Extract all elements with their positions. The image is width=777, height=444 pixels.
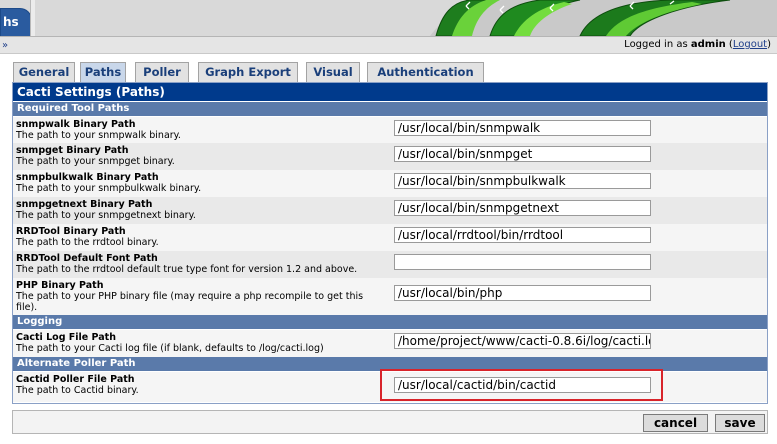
settings-panel: Cacti Settings (Paths) Required Tool Pat… [12,82,768,404]
cacti-logo-artwork [430,0,777,36]
rrdtool-path-input[interactable]: /usr/local/rrdtool/bin/rrdtool [394,227,651,243]
setting-description: The path to your Cacti log file (if blan… [16,343,324,354]
setting-row-snmpwalk: snmpwalk Binary Path The path to your snm… [13,117,767,143]
setting-description: The path to your snmpbulkwalk binary. [16,183,202,194]
setting-row-rrdtool-font: RRDTool Default Font Path The path to the… [13,251,767,278]
setting-description: The path to Cactid binary. [16,385,139,396]
logout-close: ) [767,39,771,50]
setting-label: Cacti Log File Path The path to your Cact… [16,332,386,354]
header-banner: hs [0,0,777,36]
setting-label: snmpget Binary Path The path to your snmp… [16,145,386,167]
login-bar: » Logged in as admin (Logout) [0,36,777,54]
setting-label: PHP Binary Path The path to your PHP bina… [16,280,386,313]
nav-arrow-icon[interactable]: » [2,38,8,54]
snmpbulkwalk-path-input[interactable]: /usr/local/bin/snmpbulkwalk [394,173,651,189]
setting-label: snmpbulkwalk Binary Path The path to your… [16,172,386,194]
tab-visual[interactable]: Visual [306,62,360,82]
section-required-tool-paths: Required Tool Paths [13,102,767,116]
snmpgetnext-path-input[interactable]: /usr/local/bin/snmpgetnext [394,200,651,216]
setting-row-php: PHP Binary Path The path to your PHP bina… [13,278,767,315]
setting-title: snmpwalk Binary Path [16,119,136,130]
cacti-log-path-input[interactable]: /home/project/www/cacti-0.8.6i/log/cacti… [394,333,651,349]
setting-label: snmpwalk Binary Path The path to your snm… [16,119,386,141]
setting-title: PHP Binary Path [16,280,104,291]
setting-description: The path to your PHP binary file (may re… [16,291,364,313]
snmpwalk-path-input[interactable]: /usr/local/bin/snmpwalk [394,120,651,136]
setting-description: The path to your snmpgetnext binary. [16,210,196,221]
tab-paths[interactable]: Paths [80,62,126,82]
login-status: Logged in as admin (Logout) [624,37,771,53]
logout-link[interactable]: Logout [733,39,767,50]
panel-title-text: Cacti Settings (Paths) [17,85,165,99]
setting-label: RRDTool Binary Path The path to the rrdto… [16,226,386,248]
setting-title: RRDTool Default Font Path [16,253,158,264]
setting-description: The path to your snmpget binary. [16,156,175,167]
setting-label: Cactid Poller File Path The path to Cacti… [16,374,386,396]
php-path-input[interactable]: /usr/local/bin/php [394,285,651,301]
login-user: admin [690,39,726,50]
setting-row-snmpgetnext: snmpgetnext Binary Path The path to your … [13,197,767,224]
banner-divider [30,0,35,36]
graphs-tab-fragment[interactable]: hs [0,8,32,36]
rrdtool-font-path-input[interactable] [394,254,651,270]
setting-title: snmpget Binary Path [16,145,129,156]
tab-graph-export[interactable]: Graph Export [198,62,298,82]
snmpget-path-input[interactable]: /usr/local/bin/snmpget [394,146,651,162]
tab-general[interactable]: General [13,62,75,82]
setting-row-rrdtool: RRDTool Binary Path The path to the rrdto… [13,224,767,251]
setting-label: RRDTool Default Font Path The path to the… [16,253,386,275]
highlight-box [380,369,663,401]
setting-title: Cacti Log File Path [16,332,116,343]
tab-poller[interactable]: Poller [135,62,189,82]
section-logging: Logging [13,315,767,329]
tab-authentication[interactable]: Authentication [367,62,484,82]
logout-open: ( [725,39,733,50]
form-footer: cancel save [12,410,768,434]
setting-description: The path to your snmpwalk binary. [16,130,181,141]
setting-label: snmpgetnext Binary Path The path to your … [16,199,386,221]
setting-title: RRDTool Binary Path [16,226,126,237]
setting-row-snmpbulkwalk: snmpbulkwalk Binary Path The path to your… [13,170,767,197]
section-label: Logging [17,316,63,327]
save-button[interactable]: save [715,414,765,432]
panel-title: Cacti Settings (Paths) [13,83,767,101]
section-label: Alternate Poller Path [17,358,136,369]
setting-row-cacti-log: Cacti Log File Path The path to your Cact… [13,330,767,357]
cancel-button[interactable]: cancel [643,414,708,432]
setting-description: The path to the rrdtool default true typ… [16,264,358,275]
setting-title: snmpbulkwalk Binary Path [16,172,159,183]
setting-title: snmpgetnext Binary Path [16,199,153,210]
login-prefix: Logged in as [624,39,691,50]
section-label: Required Tool Paths [17,103,130,114]
setting-row-snmpget: snmpget Binary Path The path to your snmp… [13,143,767,170]
setting-title: Cactid Poller File Path [16,374,135,385]
setting-description: The path to the rrdtool binary. [16,237,159,248]
graphs-tab-label: hs [3,15,19,29]
